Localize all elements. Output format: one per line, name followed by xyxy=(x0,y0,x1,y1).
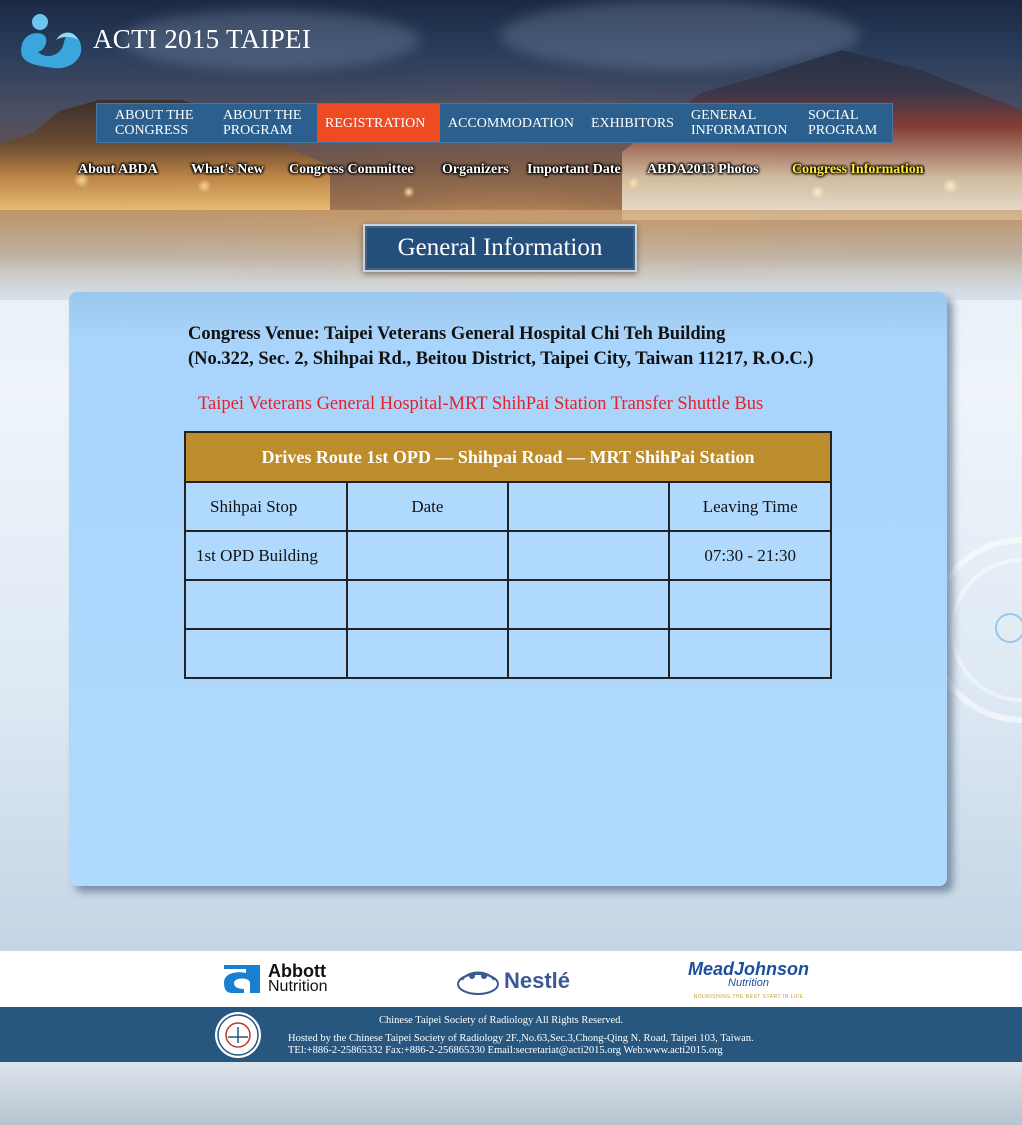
mead-johnson-tagline: NOURISHING THE BEST START IN LIFE xyxy=(693,994,804,1000)
footer: Chinese Taipei Society of Radiology All … xyxy=(0,1007,1022,1062)
site-logo[interactable] xyxy=(16,12,86,70)
society-seal-icon xyxy=(215,1012,261,1058)
nestle-nest-icon xyxy=(457,971,499,995)
table-cell xyxy=(184,628,348,679)
table-cell xyxy=(184,579,348,630)
copyright-text: Chinese Taipei Society of Radiology All … xyxy=(379,1015,624,1026)
table-cell xyxy=(668,579,832,630)
subnav-congress-information[interactable]: Congress Information xyxy=(792,162,924,182)
route-header: Drives Route 1st OPD — Shihpai Road — MR… xyxy=(184,431,832,483)
table-cell xyxy=(345,628,510,679)
subnav-congress-committee[interactable]: Congress Committee xyxy=(289,162,442,182)
column-header-blank xyxy=(507,481,671,532)
nav-exhibitors[interactable]: EXHIBITORS xyxy=(583,104,683,142)
table-cell xyxy=(507,530,671,581)
nestle-name: Nestlé xyxy=(504,968,571,993)
nav-general-information[interactable]: GENERAL INFORMATION xyxy=(683,104,794,142)
shuttle-bus-title: Taipei Veterans General Hospital-MRT Shi… xyxy=(198,394,764,414)
table-cell xyxy=(345,579,510,630)
column-header-date: Date xyxy=(345,481,510,532)
main-nav: ABOUT THE CONGRESS ABOUT THE PROGRAM REG… xyxy=(96,103,893,143)
sky-cloud xyxy=(500,0,860,70)
abbott-sub: Nutrition xyxy=(268,978,328,995)
nav-about-congress[interactable]: ABOUT THE CONGRESS xyxy=(97,104,211,142)
mead-johnson-name: MeadJohnson xyxy=(688,959,810,979)
subnav-abda2013-photos[interactable]: ABDA2013 Photos xyxy=(647,162,792,182)
congress-venue: Congress Venue: Taipei Veterans General … xyxy=(188,322,814,372)
abbott-nutrition-logo[interactable]: Abbott Nutrition xyxy=(222,961,328,995)
nav-registration[interactable]: REGISTRATION xyxy=(317,104,440,142)
table-cell xyxy=(507,628,671,679)
bottom-band xyxy=(0,1062,1022,1125)
subnav-important-date[interactable]: Important Date xyxy=(527,162,647,182)
page-title: General Information xyxy=(363,224,637,272)
table-header-row: Drives Route 1st OPD — Shihpai Road — MR… xyxy=(184,431,832,483)
subnav-about-abda[interactable]: About ABDA xyxy=(78,162,191,182)
sub-nav: About ABDA What's New Congress Committee… xyxy=(78,162,924,182)
nav-social-program[interactable]: SOCIAL PROGRAM xyxy=(794,104,892,142)
contact-text: TEl:+886-2-25865332 Fax:+886-2-256865330… xyxy=(288,1045,723,1056)
table-cell: 1st OPD Building xyxy=(184,530,348,581)
abbott-name: Abbott xyxy=(268,961,326,981)
table-row: 1st OPD Building 07:30 - 21:30 xyxy=(184,530,832,581)
shuttle-schedule-table: Drives Route 1st OPD — Shihpai Road — MR… xyxy=(184,431,832,679)
table-cell xyxy=(507,579,671,630)
subnav-organizers[interactable]: Organizers xyxy=(442,162,527,182)
column-header-stop: Shihpai Stop xyxy=(184,481,348,532)
table-row xyxy=(184,579,832,630)
table-cell xyxy=(668,628,832,679)
subnav-whats-new[interactable]: What's New xyxy=(191,162,289,182)
abbott-icon xyxy=(224,965,260,993)
nav-about-program[interactable]: ABOUT THE PROGRAM xyxy=(211,104,317,142)
table-row: Shihpai Stop Date Leaving Time xyxy=(184,481,832,532)
sponsors-bar: Abbott Nutrition Nestlé MeadJohnson Nutr… xyxy=(0,951,1022,1007)
logo-icon xyxy=(21,14,82,69)
nav-accommodation[interactable]: ACCOMMODATION xyxy=(440,104,583,142)
content-panel: Congress Venue: Taipei Veterans General … xyxy=(69,292,947,886)
table-row xyxy=(184,628,832,679)
table-cell: 07:30 - 21:30 xyxy=(668,530,832,581)
hosted-by-text: Hosted by the Chinese Taipei Society of … xyxy=(288,1033,754,1044)
site-title[interactable]: ACTI 2015 TAIPEI xyxy=(93,24,311,55)
venue-line-1: Congress Venue: Taipei Veterans General … xyxy=(188,324,726,344)
column-header-leaving-time: Leaving Time xyxy=(668,481,832,532)
table-cell xyxy=(345,530,510,581)
venue-line-2: (No.322, Sec. 2, Shihpai Rd., Beitou Dis… xyxy=(188,349,814,369)
nestle-logo[interactable]: Nestlé xyxy=(456,966,570,996)
mead-johnson-logo[interactable]: MeadJohnson Nutrition NOURISHING THE BES… xyxy=(688,959,810,1004)
